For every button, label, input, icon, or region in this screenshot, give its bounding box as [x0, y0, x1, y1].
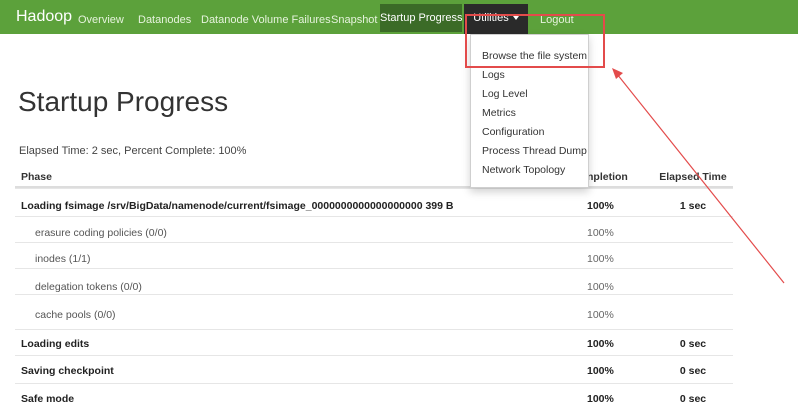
annotation-arrow-icon [612, 68, 785, 284]
